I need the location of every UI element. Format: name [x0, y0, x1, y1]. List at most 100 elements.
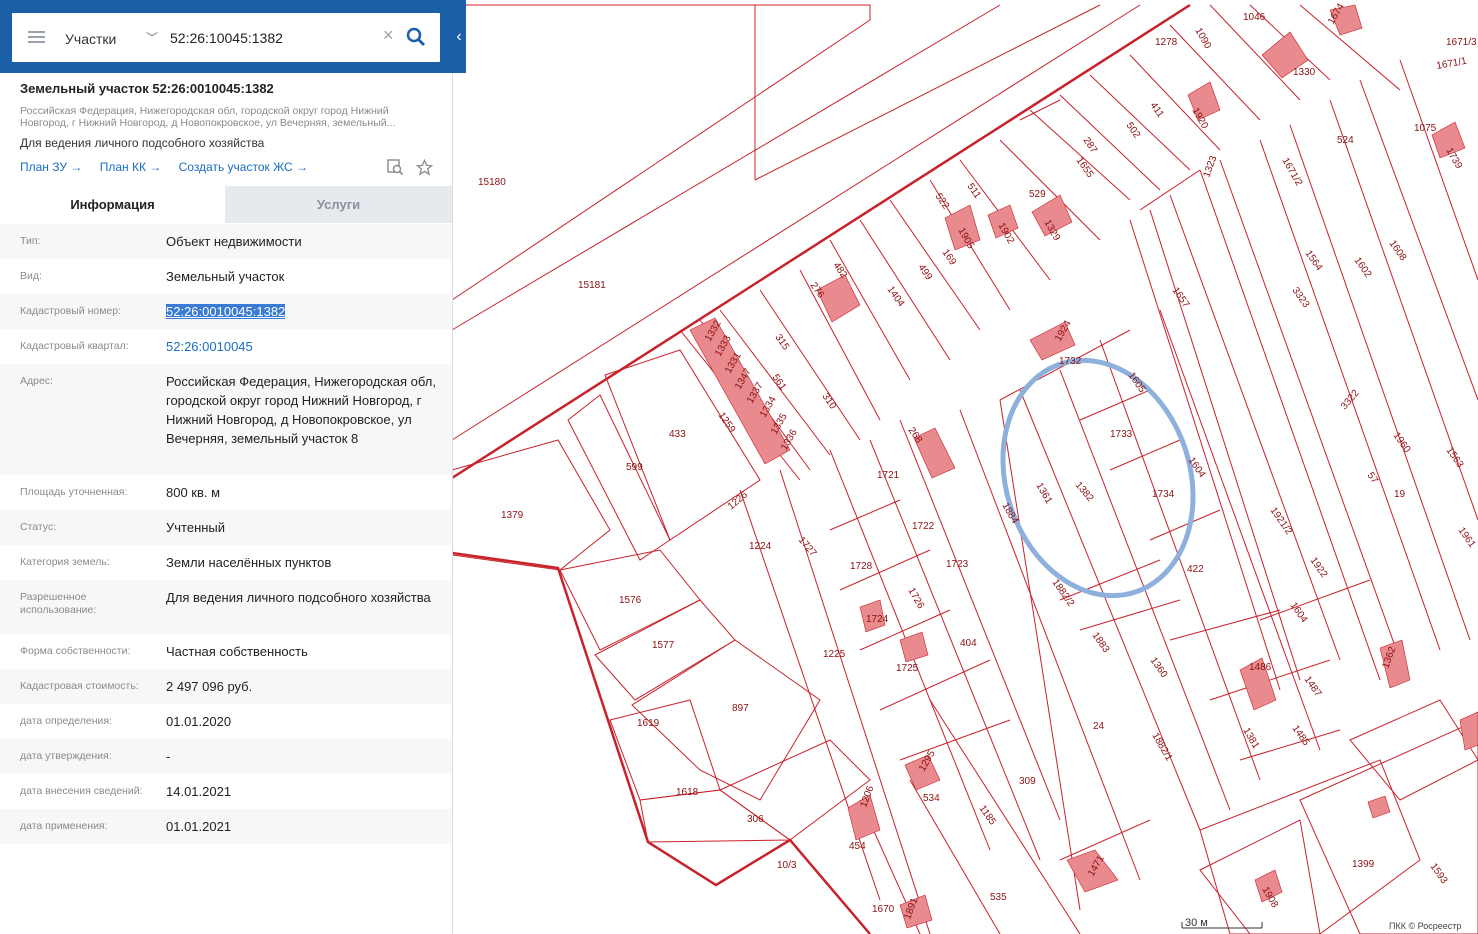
- map-copyright: ПКК © Росреестр: [1389, 921, 1462, 931]
- parcel-number-label: 24: [1093, 721, 1105, 732]
- object-purpose: Для ведения личного подсобного хозяйства: [20, 136, 265, 150]
- parcel-number-label: 897: [732, 703, 749, 714]
- info-row-cadastral-number: Кадастровый номер: 52:26:0010045:1382: [0, 294, 452, 329]
- parcel-number-label: 1734: [1152, 489, 1175, 500]
- info-label: Кадастровый квартал:: [20, 340, 129, 352]
- parcel-number-label: 454: [849, 841, 866, 852]
- panel-tabs: Информация Услуги: [0, 186, 452, 223]
- info-value: 2 497 096 руб.: [166, 679, 253, 694]
- info-value[interactable]: 52:26:0010045:1382: [166, 302, 436, 321]
- cadastral-number-selected[interactable]: 52:26:0010045:1382: [166, 304, 286, 319]
- info-row-ownership: Форма собственности: Частная собственнос…: [0, 634, 452, 669]
- parcel-number-label: 535: [990, 892, 1007, 903]
- search-type-selector[interactable]: Участки: [65, 31, 116, 47]
- info-label: Кадастровый номер:: [20, 305, 122, 317]
- info-label: Адрес:: [20, 375, 53, 387]
- info-row-approval-date: дата утверждения: -: [0, 739, 452, 774]
- search-icon[interactable]: [405, 26, 427, 48]
- info-row-area: Площадь уточненная: 800 кв. м: [0, 475, 452, 510]
- parcel-number-label: 1399: [1352, 859, 1375, 870]
- info-row-entry-date: дата внесения сведений: 14.01.2021: [0, 774, 452, 809]
- parcel-number-label: 433: [669, 429, 686, 440]
- plan-zu-link[interactable]: План ЗУ →: [20, 160, 82, 174]
- tab-info[interactable]: Информация: [0, 186, 225, 223]
- parcel-number-label: 1732: [1059, 356, 1082, 367]
- info-label: Статус:: [20, 521, 57, 533]
- parcel-number-label: 19: [1394, 489, 1406, 500]
- zoom-to-object-icon[interactable]: [386, 158, 404, 176]
- info-label: Кадастровая стоимость:: [20, 680, 139, 692]
- info-row-determination-date: дата определения: 01.01.2020: [0, 704, 452, 739]
- info-row-land-category: Категория земель: Земли населённых пункт…: [0, 545, 452, 580]
- parcel-number-label: 1721: [877, 470, 900, 481]
- collapse-panel-chevron-icon[interactable]: ‹: [452, 0, 466, 73]
- plan-kk-link[interactable]: План КК →: [100, 160, 162, 174]
- parcel-number-label: 1278: [1155, 37, 1178, 48]
- parcel-number-label: 1619: [637, 718, 660, 729]
- parcel-number-label: 422: [1187, 564, 1204, 575]
- info-label: Вид:: [20, 270, 42, 282]
- parcel-number-label: 404: [960, 638, 977, 649]
- info-row-address: Адрес: Российская Федерация, Нижегородск…: [0, 364, 452, 475]
- info-value: Частная собственность: [166, 644, 308, 659]
- parcel-number-label: 1075: [1414, 123, 1437, 134]
- parcel-number-label: 1330: [1293, 67, 1316, 78]
- info-label: дата определения:: [20, 715, 113, 727]
- parcel-number-label: 599: [626, 462, 643, 473]
- info-label: Категория земель:: [20, 556, 110, 568]
- parcel-number-label: 309: [1019, 776, 1036, 787]
- menu-icon[interactable]: [28, 31, 45, 44]
- info-value: 01.01.2020: [166, 714, 232, 729]
- parcel-number-label: 524: [1337, 135, 1354, 146]
- parcel-number-label: 1722: [912, 521, 935, 532]
- object-links: План ЗУ → План КК → Создать участок ЖС →: [20, 160, 322, 174]
- info-row-type: Тип: Объект недвижимости: [0, 224, 452, 259]
- parcel-number-label: 1576: [619, 595, 642, 606]
- search-input[interactable]: [170, 30, 375, 46]
- parcel-number-label: 1486: [1249, 662, 1272, 673]
- info-value: 14.01.2021: [166, 784, 232, 799]
- info-label: Форма собственности:: [20, 645, 131, 657]
- info-value: Для ведения личного подсобного хозяйства: [166, 590, 431, 605]
- parcel-number-label: 10/3: [777, 860, 797, 871]
- parcel-number-label: 1723: [946, 559, 969, 570]
- star-icon[interactable]: [416, 158, 434, 176]
- search-box: Участки ﹀ ×: [12, 13, 440, 62]
- parcel-number-label: 15181: [578, 280, 606, 291]
- info-row-application-date: дата применения: 01.01.2021: [0, 809, 452, 844]
- cadastral-quarter-link[interactable]: 52:26:0010045: [166, 337, 436, 356]
- parcel-number-label: 1671/3: [1446, 37, 1477, 48]
- parcel-number-label: 1577: [652, 640, 675, 651]
- info-label: дата применения:: [20, 820, 108, 832]
- info-label: Тип:: [20, 235, 41, 247]
- parcel-number-label: 1733: [1110, 429, 1133, 440]
- info-label: дата утверждения:: [20, 750, 112, 762]
- info-row-cadastral-value: Кадастровая стоимость: 2 497 096 руб.: [0, 669, 452, 704]
- parcel-number-label: 1724: [866, 614, 889, 625]
- search-header: Участки ﹀ × ‹: [0, 0, 466, 73]
- parcel-number-label: 1728: [850, 561, 873, 572]
- info-value: Земельный участок: [166, 269, 285, 284]
- create-parcel-link[interactable]: Создать участок ЖС →: [179, 160, 308, 174]
- info-value: 800 кв. м: [166, 485, 221, 500]
- info-label: Разрешенное использование:: [20, 591, 97, 616]
- parcel-number-label: 1670: [872, 904, 895, 915]
- info-row-cadastral-quarter: Кадастровый квартал: 52:26:0010045: [0, 329, 452, 364]
- info-value: Российская Федерация, Нижегородская обл,…: [166, 374, 436, 446]
- info-value: Учтенный: [166, 520, 226, 535]
- parcel-number-label: 1618: [676, 787, 699, 798]
- parcel-number-label: 306: [747, 814, 764, 825]
- info-panel: Участки ﹀ × ‹ Земельный участок 52:26:00…: [0, 0, 466, 934]
- info-value: 01.01.2021: [166, 819, 232, 834]
- info-label: дата внесения сведений:: [20, 785, 143, 797]
- object-address-short: Российская Федерация, Нижегородская обл,…: [20, 105, 396, 129]
- tab-services[interactable]: Услуги: [225, 186, 452, 223]
- info-row-status: Статус: Учтенный: [0, 510, 452, 545]
- parcel-number-label: 1224: [749, 541, 772, 552]
- close-icon[interactable]: ×: [383, 25, 394, 46]
- info-row-kind: Вид: Земельный участок: [0, 259, 452, 294]
- object-tools: [386, 158, 434, 181]
- info-label: Площадь уточненная:: [20, 486, 128, 498]
- chevron-down-icon[interactable]: ﹀: [146, 29, 158, 46]
- info-value: -: [166, 749, 171, 764]
